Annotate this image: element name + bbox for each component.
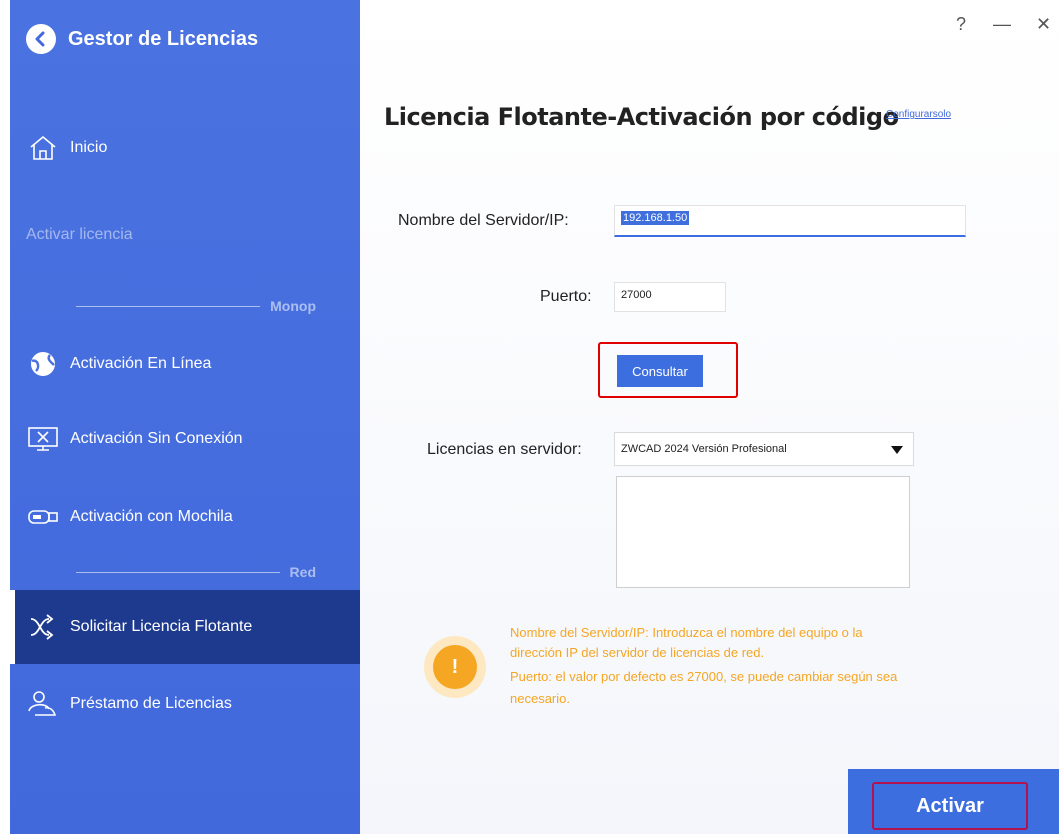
brand: Gestor de Licencias xyxy=(26,24,258,54)
port-input[interactable]: 27000 xyxy=(614,282,726,312)
back-arrow-icon[interactable] xyxy=(26,24,56,54)
server-input[interactable]: 192.168.1.50 xyxy=(614,205,966,237)
consult-button[interactable]: Consultar xyxy=(617,355,703,387)
activate-license-header: Activar licencia xyxy=(26,226,133,243)
port-label: Puerto: xyxy=(540,288,592,305)
dropdown-caret-icon xyxy=(891,446,903,454)
nav-item-dongle-activation[interactable]: Activación con Mochila xyxy=(10,487,360,547)
section-divider-mono: Monop xyxy=(76,296,316,316)
nav-item-label: Activación Sin Conexión xyxy=(70,430,243,447)
main-panel: ? — ✕ Licencia Flotante-Activación por c… xyxy=(360,0,1059,834)
port-input-value: 27000 xyxy=(621,289,652,301)
server-label: Nombre del Servidor/IP: xyxy=(398,212,569,229)
close-button[interactable]: ✕ xyxy=(1036,14,1051,35)
nav-item-offline-activation[interactable]: Activación Sin Conexión xyxy=(10,409,360,469)
nav-item-floating-license[interactable]: Solicitar Licencia Flotante xyxy=(10,590,360,664)
nav-item-license-borrow[interactable]: Préstamo de Licencias xyxy=(10,674,360,734)
page-title: Licencia Flotante-Activación por código xyxy=(384,103,899,131)
sidebar: Gestor de Licencias Inicio Activar licen… xyxy=(0,0,360,834)
nav-item-label: Inicio xyxy=(70,139,108,156)
nav-item-label: Activación con Mochila xyxy=(70,508,233,525)
help-button[interactable]: ? xyxy=(956,14,966,35)
monitor-icon xyxy=(26,424,60,454)
users-icon xyxy=(26,689,60,719)
warning-icon: ! xyxy=(424,636,486,698)
activate-button[interactable]: Activar xyxy=(872,782,1028,830)
minimize-button[interactable]: — xyxy=(993,14,1011,35)
licenses-select-value: ZWCAD 2024 Versión Profesional xyxy=(621,443,787,455)
nav-item-online-activation[interactable]: Activación En Línea xyxy=(10,334,360,394)
nav-item-label: Activación En Línea xyxy=(70,355,212,372)
nav-item-label: Préstamo de Licencias xyxy=(70,695,232,712)
info-line-4: necesario. xyxy=(510,691,570,706)
section-divider-net: Red xyxy=(76,562,316,582)
home-icon xyxy=(26,133,60,163)
info-line-1: Nombre del Servidor/IP: Introduzca el no… xyxy=(510,625,863,640)
info-line-3: Puerto: el valor por defecto es 27000, s… xyxy=(510,669,898,684)
info-line-2: dirección IP del servidor de licencias d… xyxy=(510,645,765,660)
config-link[interactable]: Configurarsolo xyxy=(886,109,951,120)
licenses-label: Licencias en servidor: xyxy=(427,441,582,458)
licenses-select[interactable]: ZWCAD 2024 Versión Profesional xyxy=(614,432,914,466)
app-title: Gestor de Licencias xyxy=(68,27,259,50)
nav-item-home[interactable]: Inicio xyxy=(10,118,360,178)
network-icon xyxy=(26,612,60,642)
usb-dongle-icon xyxy=(26,502,60,532)
licenses-list[interactable] xyxy=(616,476,910,588)
server-input-value: 192.168.1.50 xyxy=(621,211,690,225)
nav-item-label: Solicitar Licencia Flotante xyxy=(70,618,253,635)
globe-icon xyxy=(26,349,60,379)
